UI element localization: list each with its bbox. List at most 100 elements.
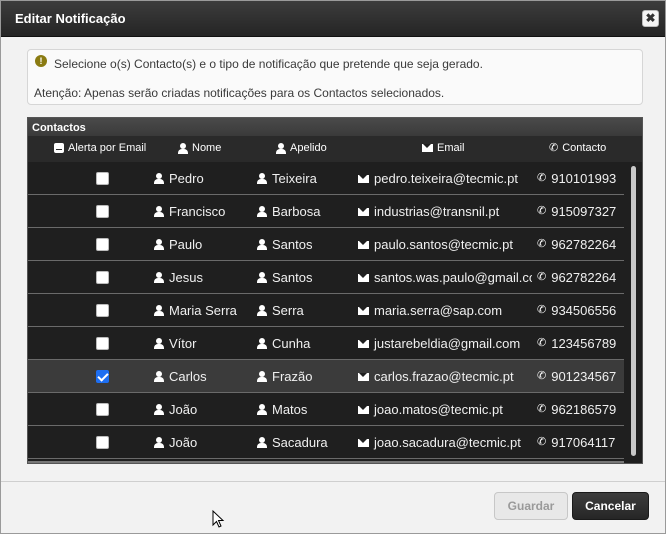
email-alert-checkbox[interactable] — [96, 403, 109, 416]
user-icon — [257, 206, 267, 217]
grid-header: Alerta por Email Nome Apelido Email ✆ Co… — [28, 136, 642, 162]
email-alert-checkbox[interactable] — [96, 370, 109, 383]
phone-icon: ✆ — [537, 436, 547, 448]
apelido-text: Serra — [272, 303, 304, 318]
horizontal-scrollbar[interactable] — [28, 461, 624, 463]
user-icon — [257, 371, 267, 382]
apelido-text: Teixeira — [272, 171, 317, 186]
cell-nome: Pedro — [154, 171, 250, 186]
email-alert-checkbox[interactable] — [96, 172, 109, 185]
nome-text: João — [169, 402, 198, 417]
mail-icon — [422, 144, 433, 152]
vertical-scrollbar[interactable] — [631, 166, 636, 461]
cell-contacto: ✆ 962186579 — [537, 402, 623, 417]
cell-nome: João — [154, 435, 250, 450]
cell-apelido: Barbosa — [257, 204, 353, 219]
table-row[interactable]: Carlos Frazão carlos.frazao@tecmic.pt ✆ 9012… — [28, 360, 624, 393]
cell-apelido: Frazão — [257, 369, 353, 384]
phone-icon: ✆ — [537, 337, 547, 349]
column-header-contacto[interactable]: ✆ Contacto — [549, 142, 606, 154]
nome-text: Vítor — [169, 336, 197, 351]
phone-icon: ✆ — [537, 370, 547, 382]
column-header-alert-label: Alerta por Email — [68, 142, 147, 154]
cell-contacto: ✆ 910101993 — [537, 171, 623, 186]
cell-apelido: Cunha — [257, 336, 353, 351]
cell-nome: Paulo — [154, 237, 250, 252]
contacto-text: 962186579 — [551, 402, 617, 417]
cell-email: carlos.frazao@tecmic.pt — [358, 369, 532, 384]
cell-nome: João — [154, 402, 250, 417]
user-icon — [154, 371, 164, 382]
apelido-text: Santos — [272, 237, 313, 252]
table-row[interactable]: Paulo Santos paulo.santos@tecmic.pt ✆ 962782… — [28, 228, 624, 261]
user-icon — [154, 272, 164, 283]
phone-icon: ✆ — [537, 304, 547, 316]
user-icon — [154, 239, 164, 250]
table-row[interactable]: João Sacadura joao.sacadura@tecmic.pt ✆ 9170… — [28, 426, 624, 459]
footer-divider — [1, 481, 665, 482]
contacto-text: 934506556 — [551, 303, 617, 318]
email-alert-checkbox[interactable] — [96, 271, 109, 284]
column-header-apelido[interactable]: Apelido — [276, 142, 327, 154]
email-text: justarebeldia@gmail.com — [374, 336, 521, 351]
nome-text: Maria Serra — [169, 303, 237, 318]
user-icon — [154, 173, 164, 184]
email-alert-checkbox[interactable] — [96, 304, 109, 317]
apelido-text: Frazão — [272, 369, 313, 384]
column-header-alert[interactable]: Alerta por Email — [54, 142, 146, 154]
table-row[interactable]: Francisco Barbosa industrias@transnil.pt ✆ 9… — [28, 195, 624, 228]
cell-email: maria.serra@sap.com — [358, 303, 532, 318]
cell-apelido: Santos — [257, 237, 353, 252]
phone-icon: ✆ — [549, 141, 559, 154]
column-header-email[interactable]: Email — [422, 142, 465, 154]
nome-text: João — [169, 435, 198, 450]
phone-icon: ✆ — [537, 403, 547, 415]
email-alert-checkbox[interactable] — [96, 238, 109, 251]
user-icon — [154, 437, 164, 448]
cell-apelido: Sacadura — [257, 435, 353, 450]
apelido-text: Santos — [272, 270, 313, 285]
column-header-nome[interactable]: Nome — [178, 142, 221, 154]
apelido-text: Sacadura — [272, 435, 328, 450]
cell-contacto: ✆ 915097327 — [537, 204, 623, 219]
mail-icon — [358, 339, 369, 348]
table-row[interactable]: Pedro Teixeira pedro.teixeira@tecmic.pt ✆ 91… — [28, 162, 624, 195]
grid-rows: Pedro Teixeira pedro.teixeira@tecmic.pt ✆ 91… — [28, 162, 624, 459]
cell-apelido: Teixeira — [257, 171, 353, 186]
mail-icon — [358, 405, 369, 414]
save-button[interactable]: Guardar — [494, 492, 568, 520]
mail-icon — [358, 273, 369, 282]
table-row[interactable]: Maria Serra Serra maria.serra@sap.com ✆ 9345… — [28, 294, 624, 327]
mail-icon — [358, 240, 369, 249]
cell-email: pedro.teixeira@tecmic.pt — [358, 171, 532, 186]
nome-text: Jesus — [169, 270, 203, 285]
cancel-button[interactable]: Cancelar — [572, 492, 649, 520]
info-box: ! Selecione o(s) Contacto(s) e o tipo de… — [27, 49, 643, 105]
email-alert-checkbox[interactable] — [96, 205, 109, 218]
mail-icon — [358, 306, 369, 315]
email-text: industrias@transnil.pt — [374, 204, 500, 219]
user-icon — [178, 142, 188, 154]
table-row[interactable]: Jesus Santos santos.was.paulo@gmail.co ✆ 962… — [28, 261, 624, 294]
table-row[interactable]: João Matos joao.matos@tecmic.pt ✆ 962186579 — [28, 393, 624, 426]
email-alert-checkbox[interactable] — [96, 436, 109, 449]
column-header-email-label: Email — [437, 142, 465, 154]
info-instruction: Selecione o(s) Contacto(s) e o tipo de n… — [54, 57, 483, 71]
mouse-cursor-icon — [212, 509, 225, 528]
cell-apelido: Matos — [257, 402, 353, 417]
user-icon — [257, 437, 267, 448]
user-icon — [257, 239, 267, 250]
nome-text: Paulo — [169, 237, 203, 252]
contacto-text: 901234567 — [551, 369, 617, 384]
cell-apelido: Santos — [257, 270, 353, 285]
table-row[interactable]: Vítor Cunha justarebeldia@gmail.com ✆ 123456… — [28, 327, 624, 360]
email-text: maria.serra@sap.com — [374, 303, 503, 318]
cell-email: paulo.santos@tecmic.pt — [358, 237, 532, 252]
phone-icon: ✆ — [537, 271, 547, 283]
contacto-text: 123456789 — [551, 336, 617, 351]
email-alert-checkbox[interactable] — [96, 337, 109, 350]
scrollbar-thumb[interactable] — [631, 166, 636, 456]
close-button[interactable]: ✖ — [642, 10, 659, 27]
email-text: joao.matos@tecmic.pt — [374, 402, 503, 417]
user-icon — [276, 142, 286, 154]
